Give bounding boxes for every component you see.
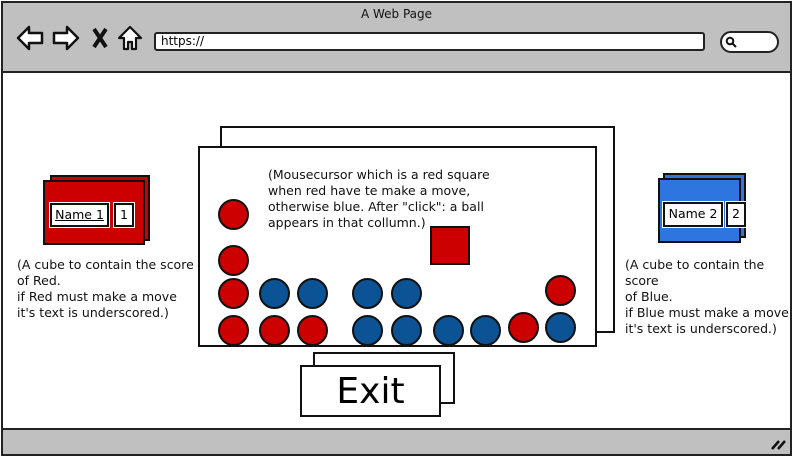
back-arrow-icon[interactable] xyxy=(16,25,44,51)
blue-ball xyxy=(259,278,290,309)
blue-ball xyxy=(545,312,576,343)
blue-ball xyxy=(352,278,383,309)
red-ball xyxy=(297,315,328,346)
red-ball xyxy=(218,315,249,346)
red-ball xyxy=(218,278,249,309)
red-player-score: 1 xyxy=(114,203,134,227)
blue-ball xyxy=(470,315,501,346)
blue-ball xyxy=(433,315,464,346)
home-icon[interactable] xyxy=(117,25,143,51)
exit-button[interactable]: Exit xyxy=(300,365,441,417)
board-note: (Mousecursor which is a red square when … xyxy=(268,167,490,230)
url-input[interactable]: https:// xyxy=(154,32,705,51)
red-ball xyxy=(218,245,249,276)
red-player-name: Name 1 xyxy=(50,203,109,227)
browser-statusbar xyxy=(1,428,792,456)
red-ball xyxy=(259,315,290,346)
forward-arrow-icon[interactable] xyxy=(52,25,80,51)
search-field[interactable] xyxy=(720,31,779,53)
blue-ball xyxy=(391,315,422,346)
blue-ball xyxy=(352,315,383,346)
resize-grip-icon[interactable] xyxy=(769,437,787,451)
red-ball xyxy=(218,199,249,230)
blue-ball xyxy=(391,278,422,309)
close-x-icon[interactable] xyxy=(90,25,110,51)
red-ball xyxy=(545,275,576,306)
blue-player-score: 2 xyxy=(726,202,746,227)
blue-cube-note: (A cube to contain the score of Blue. if… xyxy=(625,257,789,336)
search-icon xyxy=(725,36,737,48)
red-cube-note: (A cube to contain the score of Red. if … xyxy=(17,257,194,320)
window-title: A Web Page xyxy=(360,7,433,21)
mouse-cursor-square xyxy=(430,226,470,265)
blue-ball xyxy=(297,278,328,309)
blue-player-name: Name 2 xyxy=(663,202,723,227)
red-ball xyxy=(508,312,539,343)
